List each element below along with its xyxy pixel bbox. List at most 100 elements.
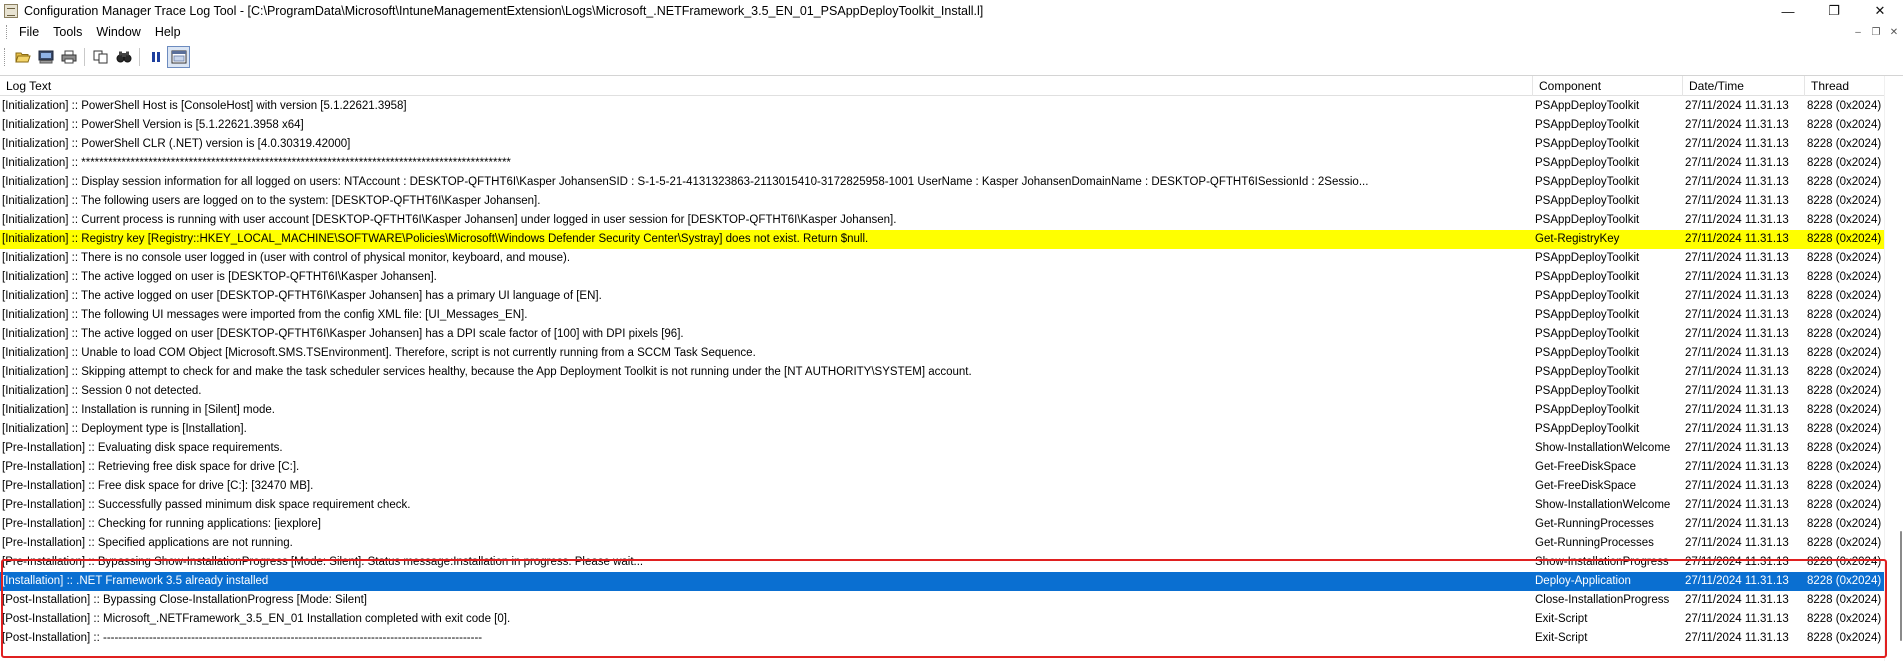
log-row[interactable]: [Installation] :: .NET Framework 3.5 alr… xyxy=(0,572,1884,591)
log-row[interactable]: [Initialization] :: The following UI mes… xyxy=(0,306,1884,325)
thread-cell: 8228 (0x2024) xyxy=(1807,480,1882,492)
menu-window[interactable]: Window xyxy=(89,22,147,42)
find-button[interactable] xyxy=(112,46,135,68)
datetime-cell: 27/11/2024 11.31.13 xyxy=(1685,309,1789,321)
datetime-cell: 27/11/2024 11.31.13 xyxy=(1685,176,1789,188)
close-button[interactable]: ✕ xyxy=(1857,0,1903,22)
mdi-close-button[interactable]: ✕ xyxy=(1885,22,1903,42)
menu-help[interactable]: Help xyxy=(148,22,188,42)
column-header-datetime[interactable]: Date/Time xyxy=(1683,76,1805,96)
vertical-scrollbar[interactable] xyxy=(1884,76,1903,661)
component-cell: Show-InstallationProgress xyxy=(1535,556,1669,568)
log-row[interactable]: [Pre-Installation] :: Evaluating disk sp… xyxy=(0,439,1884,458)
menu-file[interactable]: File xyxy=(12,22,46,42)
log-row[interactable]: [Initialization] :: The following users … xyxy=(0,192,1884,211)
mdi-restore-button[interactable]: ❐ xyxy=(1867,22,1885,42)
log-row[interactable]: [Post-Installation] :: Bypassing Close-I… xyxy=(0,591,1884,610)
pause-icon xyxy=(151,52,160,62)
thread-cell: 8228 (0x2024) xyxy=(1807,442,1882,454)
thread-cell: 8228 (0x2024) xyxy=(1807,537,1882,549)
log-row[interactable]: [Initialization] :: PowerShell Version i… xyxy=(0,116,1884,135)
maximize-button[interactable]: ❐ xyxy=(1811,0,1857,22)
mdi-minimize-button[interactable]: ‒ xyxy=(1849,22,1867,42)
log-row[interactable]: [Initialization] :: The active logged on… xyxy=(0,268,1884,287)
component-cell: PSAppDeployToolkit xyxy=(1535,252,1640,264)
component-cell: PSAppDeployToolkit xyxy=(1535,423,1640,435)
log-text-cell: [Initialization] :: The active logged on… xyxy=(2,290,602,302)
datetime-cell: 27/11/2024 11.31.13 xyxy=(1685,366,1789,378)
log-text-cell: [Initialization] :: The following users … xyxy=(2,195,541,207)
log-row[interactable]: [Pre-Installation] :: Successfully passe… xyxy=(0,496,1884,515)
copy-button[interactable] xyxy=(89,46,112,68)
log-row[interactable]: [Initialization] :: There is no console … xyxy=(0,249,1884,268)
print-button[interactable] xyxy=(57,46,80,68)
log-text-cell: [Pre-Installation] :: Successfully passe… xyxy=(2,499,411,511)
log-row[interactable]: [Initialization] :: Display session info… xyxy=(0,173,1884,192)
component-cell: PSAppDeployToolkit xyxy=(1535,385,1640,397)
scrollbar-thumb[interactable] xyxy=(1900,531,1902,641)
component-cell: PSAppDeployToolkit xyxy=(1535,366,1640,378)
log-row[interactable]: [Initialization] :: Unable to load COM O… xyxy=(0,344,1884,363)
log-text-cell: [Initialization] :: The following UI mes… xyxy=(2,309,528,321)
log-row[interactable]: [Pre-Installation] :: Bypassing Show-Ins… xyxy=(0,553,1884,572)
thread-cell: 8228 (0x2024) xyxy=(1807,100,1882,112)
datetime-cell: 27/11/2024 11.31.13 xyxy=(1685,119,1789,131)
component-cell: Get-RunningProcesses xyxy=(1535,518,1654,530)
thread-cell: 8228 (0x2024) xyxy=(1807,385,1882,397)
log-row[interactable]: [Initialization] :: The active logged on… xyxy=(0,287,1884,306)
thread-cell: 8228 (0x2024) xyxy=(1807,119,1882,131)
datetime-cell: 27/11/2024 11.31.13 xyxy=(1685,594,1789,606)
component-cell: PSAppDeployToolkit xyxy=(1535,176,1640,188)
datetime-cell: 27/11/2024 11.31.13 xyxy=(1685,252,1789,264)
log-text-cell: [Pre-Installation] :: Free disk space fo… xyxy=(2,480,314,492)
log-text-cell: [Post-Installation] :: -----------------… xyxy=(2,632,483,644)
log-row[interactable]: [Initialization] :: Registry key [Regist… xyxy=(0,230,1884,249)
thread-cell: 8228 (0x2024) xyxy=(1807,290,1882,302)
log-row[interactable]: [Initialization] :: ********************… xyxy=(0,154,1884,173)
pause-button[interactable] xyxy=(144,46,167,68)
log-row[interactable]: [Initialization] :: PowerShell CLR (.NET… xyxy=(0,135,1884,154)
thread-cell: 8228 (0x2024) xyxy=(1807,594,1882,606)
menu-tools[interactable]: Tools xyxy=(46,22,89,42)
log-row[interactable]: [Initialization] :: Installation is runn… xyxy=(0,401,1884,420)
log-row[interactable]: [Initialization] :: Deployment type is [… xyxy=(0,420,1884,439)
find-icon xyxy=(116,51,131,63)
thread-cell: 8228 (0x2024) xyxy=(1807,195,1882,207)
log-row[interactable]: [Pre-Installation] :: Retrieving free di… xyxy=(0,458,1884,477)
component-cell: PSAppDeployToolkit xyxy=(1535,328,1640,340)
log-text-cell: [Pre-Installation] :: Checking for runni… xyxy=(2,518,321,530)
component-cell: PSAppDeployToolkit xyxy=(1535,119,1640,131)
log-text-cell: [Installation] :: .NET Framework 3.5 alr… xyxy=(2,575,269,587)
log-row[interactable]: [Post-Installation] :: Microsoft_.NETFra… xyxy=(0,610,1884,629)
component-cell: Show-InstallationWelcome xyxy=(1535,499,1671,511)
log-row[interactable]: [Initialization] :: Session 0 not detect… xyxy=(0,382,1884,401)
column-header-component[interactable]: Component xyxy=(1533,76,1683,96)
log-row[interactable]: [Initialization] :: PowerShell Host is [… xyxy=(0,97,1884,116)
log-row[interactable]: [Pre-Installation] :: Specified applicat… xyxy=(0,534,1884,553)
log-text-cell: [Initialization] :: Unable to load COM O… xyxy=(2,347,756,359)
log-row[interactable]: [Initialization] :: Current process is r… xyxy=(0,211,1884,230)
datetime-cell: 27/11/2024 11.31.13 xyxy=(1685,461,1789,473)
component-cell: PSAppDeployToolkit xyxy=(1535,271,1640,283)
log-row[interactable]: [Post-Installation] :: -----------------… xyxy=(0,629,1884,648)
log-text-cell: [Initialization] :: PowerShell Host is [… xyxy=(2,100,407,112)
log-row[interactable]: [Pre-Installation] :: Checking for runni… xyxy=(0,515,1884,534)
log-rows: [Initialization] :: PowerShell Host is [… xyxy=(0,97,1884,648)
log-row[interactable]: [Pre-Installation] :: Free disk space fo… xyxy=(0,477,1884,496)
thread-cell: 8228 (0x2024) xyxy=(1807,176,1882,188)
log-row[interactable]: [Initialization] :: Skipping attempt to … xyxy=(0,363,1884,382)
app-icon xyxy=(4,4,18,18)
minimize-button[interactable]: — xyxy=(1765,0,1811,22)
view-detail-button[interactable] xyxy=(167,46,190,68)
thread-cell: 8228 (0x2024) xyxy=(1807,499,1882,511)
thread-cell: 8228 (0x2024) xyxy=(1807,214,1882,226)
title-bar[interactable]: Configuration Manager Trace Log Tool - [… xyxy=(0,0,1903,22)
toolbar-separator xyxy=(139,48,140,66)
log-grid[interactable]: Log Text Component Date/Time Thread [Ini… xyxy=(0,75,1903,661)
open-log-button[interactable] xyxy=(34,46,57,68)
mdi-controls: ‒ ❐ ✕ xyxy=(1849,22,1903,42)
column-header-log-text[interactable]: Log Text xyxy=(0,76,1533,96)
log-row[interactable]: [Initialization] :: The active logged on… xyxy=(0,325,1884,344)
view-detail-icon xyxy=(171,50,186,64)
open-folder-button[interactable] xyxy=(11,46,34,68)
